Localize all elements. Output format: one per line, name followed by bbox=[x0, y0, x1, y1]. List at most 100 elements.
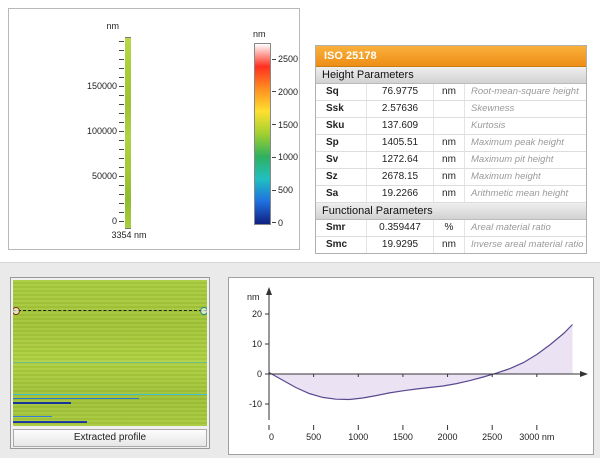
param-desc: Root-mean-square height bbox=[465, 84, 586, 100]
param-row[interactable]: Smc19.9295nmInverse areal material ratio bbox=[316, 237, 586, 253]
chart-y-unit-label: nm bbox=[247, 292, 260, 302]
extracted-profile-panel[interactable]: Extracted profile bbox=[10, 277, 210, 449]
surface-scratch bbox=[13, 416, 52, 417]
y-axis-labels: 150000 100000 50000 0 bbox=[57, 80, 117, 227]
param-row[interactable]: Sz2678.15nmMaximum height bbox=[316, 169, 586, 186]
y-tick-label: -10 bbox=[249, 399, 262, 409]
x-tick-label: 3000 nm bbox=[519, 432, 554, 442]
x-tick-label: 2000 bbox=[438, 432, 458, 442]
param-value: 2.57636 bbox=[367, 101, 434, 117]
table-body: Height ParametersSq76.9775nmRoot-mean-sq… bbox=[316, 67, 586, 253]
surface-scratch bbox=[13, 402, 71, 404]
param-name: Sz bbox=[316, 169, 367, 185]
param-row[interactable]: Sq76.9775nmRoot-mean-square height bbox=[316, 84, 586, 101]
surface-scratch bbox=[13, 394, 207, 395]
colorbar-tick-mark bbox=[272, 222, 276, 223]
param-unit: nm bbox=[434, 186, 465, 202]
y-axis-tick-label: 150000 bbox=[57, 80, 117, 92]
param-row[interactable]: Ssk2.57636 Skewness bbox=[316, 101, 586, 118]
param-name: Smr bbox=[316, 220, 367, 236]
x-tick-label: 1000 bbox=[348, 432, 368, 442]
param-value: 19.2266 bbox=[367, 186, 434, 202]
param-value: 76.9775 bbox=[367, 84, 434, 100]
param-desc: Inverse areal material ratio bbox=[465, 237, 586, 253]
surface-strip-image bbox=[125, 37, 131, 229]
y-axis-arrow bbox=[266, 287, 272, 295]
param-unit: nm bbox=[434, 152, 465, 168]
x-tick-label: 500 bbox=[306, 432, 321, 442]
y-axis-tick-label: 100000 bbox=[57, 125, 117, 137]
colorbar-unit-label: nm bbox=[253, 29, 277, 39]
param-value: 1405.51 bbox=[367, 135, 434, 151]
param-row[interactable]: Sp1405.51nmMaximum peak height bbox=[316, 135, 586, 152]
param-desc: Maximum peak height bbox=[465, 135, 586, 151]
colorbar-tick: 500 bbox=[272, 184, 306, 196]
param-unit: nm bbox=[434, 84, 465, 100]
param-row[interactable]: Sa19.2266nmArithmetic mean height bbox=[316, 186, 586, 203]
bottom-area: Extracted profile -100102005001000150020… bbox=[0, 262, 600, 458]
profile-line-end-handle[interactable] bbox=[200, 307, 207, 315]
param-value: 137.609 bbox=[367, 118, 434, 134]
param-row[interactable]: Sv1272.64nmMaximum pit height bbox=[316, 152, 586, 169]
colorbar-tick-label: 2500 bbox=[278, 54, 298, 64]
param-unit: nm bbox=[434, 135, 465, 151]
colorbar-tick: 1000 bbox=[272, 151, 306, 163]
colorbar-tick-label: 500 bbox=[278, 185, 293, 195]
param-desc: Arithmetic mean height bbox=[465, 186, 586, 202]
profile-extraction-line[interactable] bbox=[13, 310, 207, 311]
param-desc: Areal material ratio bbox=[465, 220, 586, 236]
surface-scratch bbox=[13, 421, 87, 423]
param-name: Sq bbox=[316, 84, 367, 100]
colorbar-tick: 2000 bbox=[272, 86, 306, 98]
param-unit: nm bbox=[434, 237, 465, 253]
y-axis-tick-label: 50000 bbox=[57, 170, 117, 182]
param-value: 19.9295 bbox=[367, 237, 434, 253]
x-tick-label: 1500 bbox=[393, 432, 413, 442]
colorbar-tick: 2500 bbox=[272, 53, 306, 65]
y-tick-label: 10 bbox=[252, 339, 262, 349]
surface-scratch bbox=[13, 362, 207, 363]
surface-topview-image[interactable] bbox=[13, 280, 207, 426]
y-axis-unit-label: nm bbox=[79, 21, 119, 31]
param-unit: % bbox=[434, 220, 465, 236]
param-name: Ssk bbox=[316, 101, 367, 117]
section-header: Height Parameters bbox=[316, 67, 586, 84]
y-axis-ticks bbox=[119, 41, 124, 222]
param-row[interactable]: Sku137.609 Kurtosis bbox=[316, 118, 586, 135]
param-name: Sku bbox=[316, 118, 367, 134]
colorbar-tick-label: 1000 bbox=[278, 152, 298, 162]
profile-chart-panel[interactable]: -1001020050010001500200025003000 nmnm bbox=[228, 277, 594, 455]
profile-chart: -1001020050010001500200025003000 nmnm bbox=[229, 278, 591, 452]
param-value: 0.359447 bbox=[367, 220, 434, 236]
y-axis-tick-label: 0 bbox=[57, 215, 117, 227]
colorbar-tick-mark bbox=[272, 59, 276, 60]
param-name: Sp bbox=[316, 135, 367, 151]
param-desc: Maximum pit height bbox=[465, 152, 586, 168]
x-axis-arrow bbox=[580, 371, 588, 377]
param-unit: nm bbox=[434, 169, 465, 185]
param-unit bbox=[434, 118, 465, 134]
param-value: 2678.15 bbox=[367, 169, 434, 185]
x-tick-label: 0 bbox=[269, 432, 274, 442]
colorbar-tick-label: 0 bbox=[278, 218, 283, 228]
param-desc: Kurtosis bbox=[465, 118, 586, 134]
param-value: 1272.64 bbox=[367, 152, 434, 168]
colorbar-tick-label: 1500 bbox=[278, 120, 298, 130]
x-tick-label: 2500 bbox=[482, 432, 502, 442]
y-tick-label: 20 bbox=[252, 309, 262, 319]
profile-line-start-handle[interactable] bbox=[13, 307, 20, 315]
surface-scratch bbox=[13, 398, 139, 399]
colorbar bbox=[254, 43, 271, 225]
param-row[interactable]: Smr0.359447%Areal material ratio bbox=[316, 220, 586, 237]
colorbar-tick-mark bbox=[272, 124, 276, 125]
param-desc: Maximum height bbox=[465, 169, 586, 185]
surface-view-panel[interactable]: nm 150000100000500000 3354 nm nm 2500200… bbox=[8, 8, 300, 250]
colorbar-labels: 2500 2000 1500 1000 500 0 bbox=[272, 53, 306, 229]
colorbar-tick: 0 bbox=[272, 217, 306, 229]
colorbar-tick: 1500 bbox=[272, 119, 306, 131]
iso-25178-table[interactable]: ISO 25178 Height ParametersSq76.9775nmRo… bbox=[315, 45, 587, 254]
table-title: ISO 25178 bbox=[316, 46, 586, 67]
colorbar-tick-label: 2000 bbox=[278, 87, 298, 97]
param-desc: Skewness bbox=[465, 101, 586, 117]
extracted-profile-button[interactable]: Extracted profile bbox=[13, 429, 207, 447]
